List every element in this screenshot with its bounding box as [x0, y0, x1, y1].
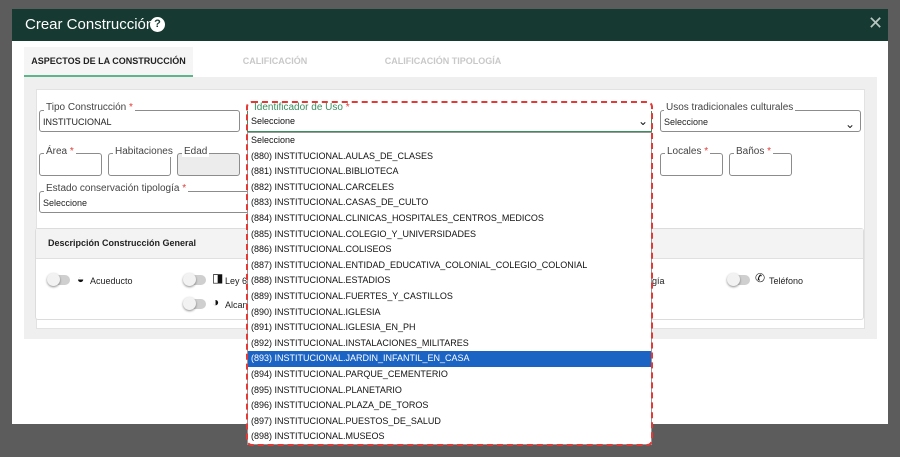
acueducto-toggle[interactable]: [47, 273, 70, 286]
habitaciones-label: Habitaciones: [113, 146, 175, 157]
dropdown-option[interactable]: (898) INSTITUCIONAL.MUSEOS: [248, 429, 651, 445]
modal-header: Crear Construcción ? ✕: [12, 9, 888, 41]
tipo-construccion-select[interactable]: INSTITUCIONAL: [39, 110, 240, 132]
usos-tradicionales-label: Usos tradicionales culturales: [664, 102, 796, 113]
dropdown-option[interactable]: (891) INSTITUCIONAL.IGLESIA_EN_PH: [248, 320, 651, 336]
dropdown-option[interactable]: (881) INSTITUCIONAL.BIBLIOTECA: [248, 164, 651, 180]
tab-calificacion[interactable]: CALIFICACIÓN: [210, 47, 340, 77]
dropdown-option[interactable]: Seleccione: [248, 133, 651, 149]
tab-aspectos[interactable]: ASPECTOS DE LA CONSTRUCCIÓN: [24, 47, 193, 77]
dropdown-option[interactable]: (895) INSTITUCIONAL.PLANETARIO: [248, 383, 651, 399]
modal-title: Crear Construcción: [25, 16, 155, 33]
dropdown-option[interactable]: (886) INSTITUCIONAL.COLISEOS: [248, 242, 651, 258]
chevron-down-icon: ⌄: [637, 114, 648, 128]
ley-toggle[interactable]: [183, 273, 206, 286]
book-icon: ◨: [212, 271, 224, 285]
alcantarillado-toggle[interactable]: [183, 297, 206, 310]
estado-conservacion-select[interactable]: Seleccione: [39, 191, 254, 213]
identificador-uso-options: Seleccione (880) INSTITUCIONAL.AULAS_DE_C…: [247, 132, 652, 445]
identificador-uso-select[interactable]: Seleccione ⌄: [247, 111, 652, 132]
dropdown-option[interactable]: (882) INSTITUCIONAL.CARCELES: [248, 180, 651, 196]
telefono-toggle[interactable]: [727, 273, 750, 286]
estado-conservacion-label: Estado conservación tipología *: [44, 183, 189, 194]
chevron-down-icon: ⌄: [844, 117, 855, 131]
tab-bar: ASPECTOS DE LA CONSTRUCCIÓN CALIFICACIÓN…: [24, 47, 877, 77]
locales-label: Locales *: [665, 146, 711, 157]
dropdown-option[interactable]: (890) INSTITUCIONAL.IGLESIA: [248, 305, 651, 321]
tab-calificacion-tipologia[interactable]: CALIFICACIÓN TIPOLOGÍA: [354, 47, 532, 77]
dropdown-option[interactable]: (896) INSTITUCIONAL.PLAZA_DE_TOROS: [248, 398, 651, 414]
dropdown-option[interactable]: (884) INSTITUCIONAL.CLINICAS_HOSPITALES_…: [248, 211, 651, 227]
half-circle-icon: ◑: [212, 295, 220, 309]
dropdown-option[interactable]: (885) INSTITUCIONAL.COLEGIO_Y_UNIVERSIDA…: [248, 227, 651, 243]
dropdown-option[interactable]: (883) INSTITUCIONAL.CASAS_DE_CULTO: [248, 195, 651, 211]
dropdown-option[interactable]: (888) INSTITUCIONAL.ESTADIOS: [248, 273, 651, 289]
dropdown-option[interactable]: (894) INSTITUCIONAL.PARQUE_CEMENTERIO: [248, 367, 651, 383]
dropdown-option[interactable]: (889) INSTITUCIONAL.FUERTES_Y_CASTILLOS: [248, 289, 651, 305]
phone-icon: ✆: [755, 271, 766, 285]
area-label: Área *: [44, 146, 76, 157]
dropdown-option[interactable]: (893) INSTITUCIONAL.JARDIN_INFANTIL_EN_C…: [248, 351, 651, 367]
edad-label: Edad: [182, 146, 210, 157]
water-drop-icon: ◒: [77, 272, 85, 286]
dropdown-option[interactable]: (880) INSTITUCIONAL.AULAS_DE_CLASES: [248, 149, 651, 165]
tipo-construccion-label: Tipo Construcción *: [44, 102, 135, 113]
telefono-label: Teléfono: [769, 276, 804, 286]
dropdown-option[interactable]: (897) INSTITUCIONAL.PUESTOS_DE_SALUD: [248, 414, 651, 430]
help-icon[interactable]: ?: [150, 17, 165, 32]
banos-label: Baños *: [734, 146, 774, 157]
ley-label: Ley 6: [225, 276, 248, 286]
dropdown-option[interactable]: (892) INSTITUCIONAL.INSTALACIONES_MILITA…: [248, 336, 651, 352]
energia-label: gía: [652, 276, 665, 286]
alcantarillado-label: Alcan: [225, 300, 248, 310]
close-icon[interactable]: ✕: [868, 14, 883, 32]
usos-tradicionales-select[interactable]: Seleccione ⌄: [660, 110, 861, 132]
dropdown-option[interactable]: (887) INSTITUCIONAL.ENTIDAD_EDUCATIVA_CO…: [248, 258, 651, 274]
acueducto-label: Acueducto: [90, 276, 133, 286]
